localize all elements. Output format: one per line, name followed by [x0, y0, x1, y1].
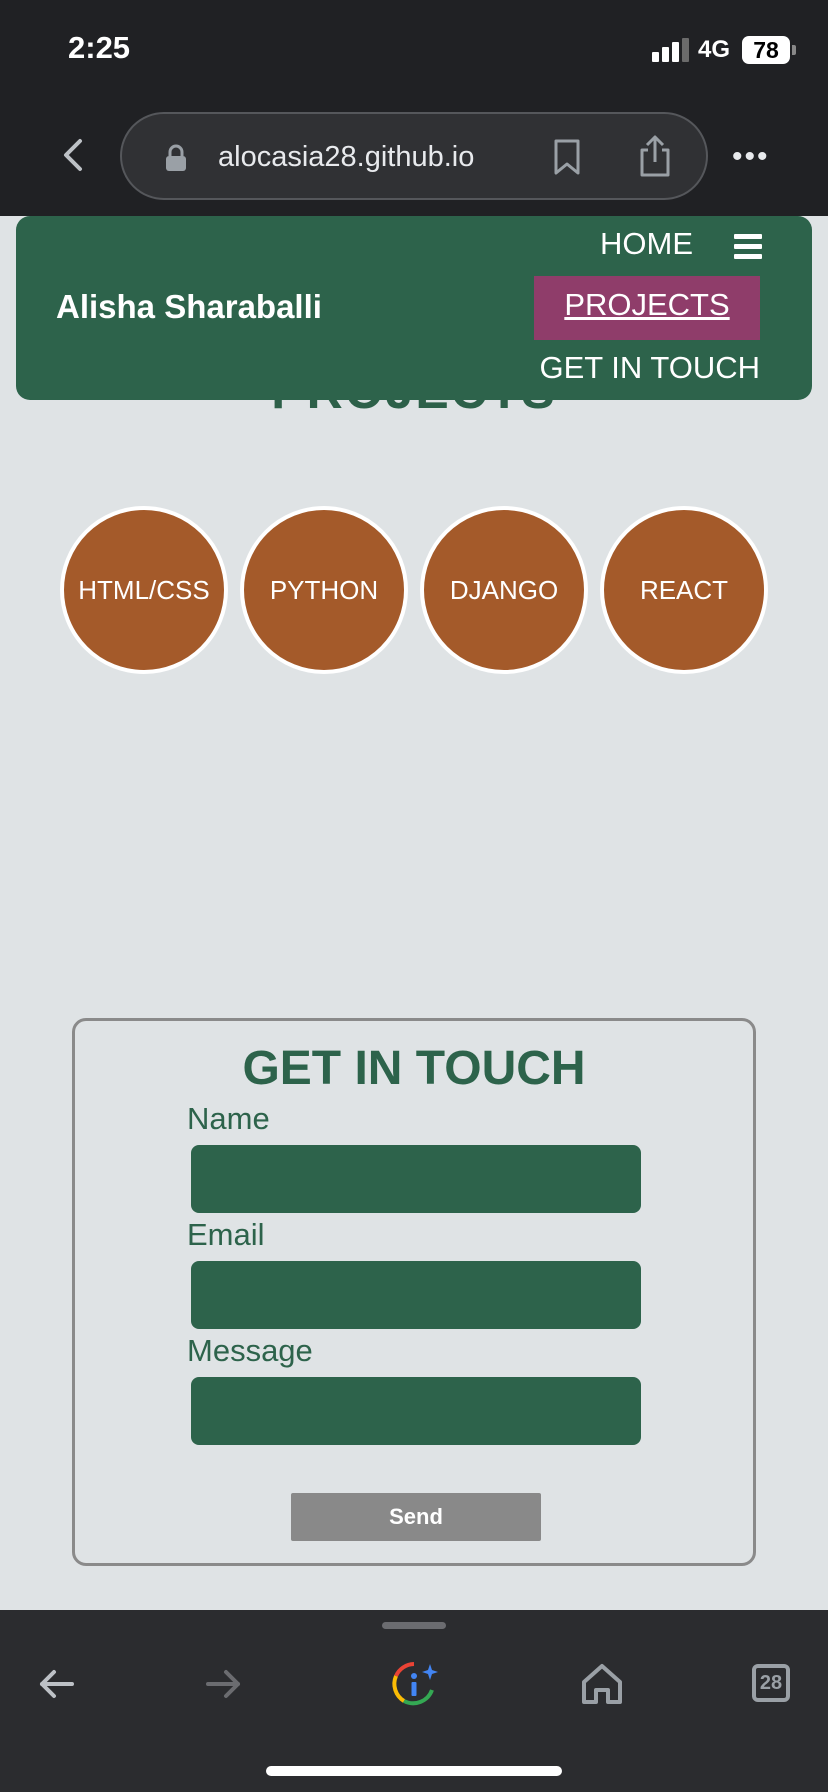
nav-contact-link[interactable]: GET IN TOUCH [534, 350, 760, 386]
home-indicator [266, 1766, 562, 1776]
back-arrow-icon[interactable] [32, 1660, 80, 1708]
name-field[interactable] [191, 1145, 641, 1213]
tabs-icon[interactable]: 28 [752, 1664, 790, 1702]
battery-tip [792, 45, 796, 55]
site-brand[interactable]: Alisha Sharaballi [56, 288, 322, 326]
forward-arrow-icon[interactable] [200, 1660, 248, 1708]
signal-icon [652, 38, 690, 62]
skill-circle-html-css[interactable]: HTML/CSS [60, 506, 228, 674]
email-field[interactable] [191, 1261, 641, 1329]
site-navbar: Alisha Sharaballi HOME PROJECTS GET IN T… [16, 216, 812, 400]
menu-icon[interactable] [734, 234, 762, 260]
drag-handle[interactable] [382, 1622, 446, 1629]
send-button[interactable]: Send [291, 1493, 541, 1541]
skill-circle-react[interactable]: REACT [600, 506, 768, 674]
status-time: 2:25 [68, 30, 131, 65]
contact-title: GET IN TOUCH [242, 1042, 586, 1095]
contact-form: GET IN TOUCH Name Email Message Send [72, 1018, 756, 1566]
url-text[interactable]: alocasia28.github.io [218, 141, 474, 174]
skill-circle-django[interactable]: DJANGO [420, 506, 588, 674]
address-bar[interactable]: alocasia28.github.io [120, 112, 708, 200]
skills-list: HTML/CSS PYTHON DJANGO REACT [60, 506, 770, 674]
name-label: Name [187, 1101, 270, 1136]
message-label: Message [187, 1333, 313, 1368]
lock-icon [166, 144, 186, 171]
nav-projects-link[interactable]: PROJECTS [534, 276, 760, 340]
google-lens-icon[interactable] [390, 1660, 438, 1708]
home-icon[interactable] [578, 1660, 626, 1708]
browser-bottom-bar: 28 [0, 1610, 828, 1792]
bookmark-icon[interactable] [552, 138, 582, 176]
nav-home-link[interactable]: HOME [600, 226, 693, 262]
more-icon[interactable]: ••• [732, 142, 770, 172]
message-field[interactable] [191, 1377, 641, 1445]
email-label: Email [187, 1217, 265, 1252]
back-chevron-icon[interactable] [60, 138, 86, 172]
battery-icon: 78 [742, 36, 790, 64]
skill-circle-python[interactable]: PYTHON [240, 506, 408, 674]
browser-top-bar: 2:25 4G 78 alocasia28.github.io ••• [0, 0, 828, 216]
share-icon[interactable] [638, 134, 672, 178]
network-type: 4G [698, 36, 731, 63]
